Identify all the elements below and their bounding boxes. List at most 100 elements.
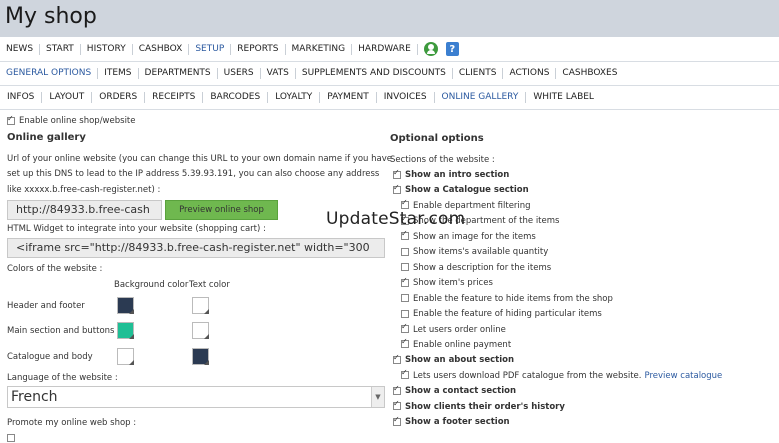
- option-row[interactable]: Show a Catalogue section: [393, 183, 529, 196]
- setup-nav: GENERAL OPTIONS ITEMS DEPARTMENTS USERS VATS…: [0, 62, 779, 86]
- header-footer-bg-swatch[interactable]: [117, 297, 134, 314]
- nav-reports[interactable]: REPORTS: [231, 43, 286, 55]
- option-label: Let users order online: [413, 324, 506, 335]
- app-title: My shop: [5, 4, 97, 29]
- general-tab-loyalty[interactable]: LOYALTY: [268, 92, 321, 103]
- main-section-text-swatch[interactable]: [192, 322, 209, 339]
- option-row[interactable]: Show a description for the items: [401, 263, 551, 273]
- option-row[interactable]: Show an image for the items: [401, 229, 536, 242]
- setup-tab-items[interactable]: ITEMS: [98, 68, 139, 79]
- option-checkbox[interactable]: [401, 337, 409, 349]
- nav-hardware[interactable]: HARDWARE: [352, 43, 418, 55]
- option-label: Show an intro section: [405, 170, 510, 180]
- option-row[interactable]: Show items's available quantity: [401, 247, 548, 257]
- promote-label: Promote my online web shop :: [7, 418, 137, 428]
- option-row[interactable]: Let users order online: [401, 322, 506, 335]
- setup-tab-supplements-and-discounts[interactable]: SUPPLEMENTS AND DISCOUNTS: [296, 68, 453, 79]
- general-tab-barcodes[interactable]: BARCODES: [203, 92, 269, 103]
- catalogue-bg-swatch[interactable]: [117, 348, 134, 365]
- enable-online-shop-checkbox[interactable]: [7, 114, 15, 125]
- user-icon[interactable]: [423, 42, 438, 56]
- general-tab-payment[interactable]: PAYMENT: [320, 92, 377, 103]
- option-row[interactable]: Show an intro section: [393, 168, 510, 180]
- preview-catalogue-link[interactable]: Preview catalogue: [644, 371, 722, 381]
- sections-label: Sections of the website :: [390, 155, 495, 165]
- general-tab-invoices[interactable]: INVOICES: [377, 92, 435, 103]
- main-section-bg-swatch[interactable]: [117, 322, 134, 339]
- option-label: Enable the feature to hide items from th…: [413, 293, 613, 304]
- enable-online-shop-row[interactable]: Enable online shop/website: [7, 114, 136, 126]
- option-label: Show item's prices: [413, 278, 493, 289]
- option-row[interactable]: Show item's prices: [401, 276, 493, 289]
- language-selected-value: French: [11, 389, 58, 405]
- setup-tab-clients[interactable]: CLIENTS: [453, 68, 504, 79]
- option-checkbox[interactable]: [393, 399, 401, 411]
- option-checkbox[interactable]: [401, 322, 409, 333]
- language-select[interactable]: French ▼: [7, 386, 385, 408]
- widget-label: HTML Widget to integrate into your websi…: [7, 224, 266, 234]
- shop-url-input[interactable]: http://84933.b.free-cash: [7, 200, 162, 220]
- url-description-2: set up this DNS to lead to the IP addres…: [7, 169, 380, 179]
- nav-start[interactable]: START: [40, 43, 81, 55]
- general-tab-orders[interactable]: ORDERS: [92, 92, 146, 103]
- background-color-header: Background color: [114, 280, 189, 290]
- option-row[interactable]: Show a footer section: [393, 415, 510, 428]
- option-checkbox[interactable]: [401, 247, 409, 256]
- option-label: Show a footer section: [405, 417, 510, 428]
- option-row[interactable]: Enable the feature to hide items from th…: [401, 294, 613, 304]
- nav-news[interactable]: NEWS: [0, 43, 41, 55]
- nav-setup[interactable]: SETUP: [189, 43, 232, 55]
- nav-history[interactable]: HISTORY: [81, 43, 133, 55]
- color-row-label-0: Header and footer: [7, 301, 85, 311]
- option-row[interactable]: Enable online payment: [401, 337, 512, 350]
- option-row[interactable]: Enable the feature of hiding particular …: [401, 309, 602, 319]
- general-tab-receipts[interactable]: RECEIPTS: [145, 92, 204, 103]
- chevron-down-icon[interactable]: ▼: [371, 387, 384, 407]
- option-checkbox[interactable]: [393, 384, 401, 395]
- option-label: Show items's available quantity: [413, 247, 549, 258]
- option-checkbox[interactable]: [401, 229, 409, 241]
- preview-online-shop-button[interactable]: Preview online shop: [165, 200, 278, 220]
- option-row[interactable]: Show clients their order's history: [393, 399, 565, 412]
- option-checkbox[interactable]: [401, 263, 409, 272]
- setup-tab-users[interactable]: USERS: [218, 68, 261, 79]
- setup-tab-departments[interactable]: DEPARTMENTS: [139, 68, 218, 79]
- main-nav: NEWS START HISTORY CASHBOX SETUP REPORTS MARKE…: [0, 37, 779, 62]
- general-tab-layout[interactable]: LAYOUT: [42, 92, 93, 103]
- option-checkbox[interactable]: [401, 276, 409, 287]
- option-checkbox[interactable]: [401, 368, 409, 380]
- option-label: Enable online payment: [413, 339, 512, 350]
- option-checkbox[interactable]: [401, 309, 409, 318]
- promote-checkbox-row[interactable]: [7, 433, 19, 443]
- setup-tab-general-options[interactable]: GENERAL OPTIONS: [0, 68, 99, 79]
- setup-tab-actions[interactable]: ACTIONS: [503, 68, 557, 79]
- colors-label: Colors of the website :: [7, 264, 103, 274]
- option-label: Show an image for the items: [413, 231, 536, 242]
- option-row[interactable]: Show a contact section: [393, 384, 516, 396]
- option-checkbox[interactable]: [393, 415, 401, 426]
- option-row[interactable]: Lets users download PDF catalogue from t…: [401, 368, 722, 381]
- option-label: Show a description for the items: [413, 262, 552, 273]
- help-icon[interactable]: ?: [445, 42, 459, 56]
- nav-cashbox[interactable]: CASHBOX: [133, 43, 190, 55]
- widget-code-input[interactable]: <iframe src="http://84933.b.free-cash-re…: [7, 238, 385, 258]
- header-footer-text-swatch[interactable]: [192, 297, 209, 314]
- option-label: Show a Catalogue section: [405, 185, 529, 196]
- nav-marketing[interactable]: MARKETING: [286, 43, 353, 55]
- option-checkbox[interactable]: [401, 294, 409, 303]
- option-row[interactable]: Show an about section: [393, 353, 515, 366]
- option-checkbox[interactable]: [393, 353, 401, 364]
- online-gallery-heading: Online gallery: [7, 132, 86, 143]
- general-tab-online-gallery[interactable]: ONLINE GALLERY: [435, 92, 527, 103]
- setup-tab-vats[interactable]: VATS: [261, 68, 296, 79]
- option-checkbox[interactable]: [393, 183, 401, 194]
- color-row-label-1: Main section and buttons: [7, 326, 115, 336]
- watermark: UpdateStar.com: [326, 209, 466, 229]
- option-label: Show an about section: [405, 355, 515, 366]
- general-tab-infos[interactable]: INFOS: [0, 92, 43, 103]
- setup-tab-cashboxes[interactable]: CASHBOXES: [556, 68, 623, 79]
- general-options-nav: INFOS LAYOUT ORDERS RECEIPTS BARCODES LOYALTY…: [0, 86, 779, 110]
- general-tab-white-label[interactable]: WHITE LABEL: [526, 92, 601, 103]
- catalogue-text-swatch[interactable]: [192, 348, 209, 365]
- option-checkbox[interactable]: [393, 168, 401, 179]
